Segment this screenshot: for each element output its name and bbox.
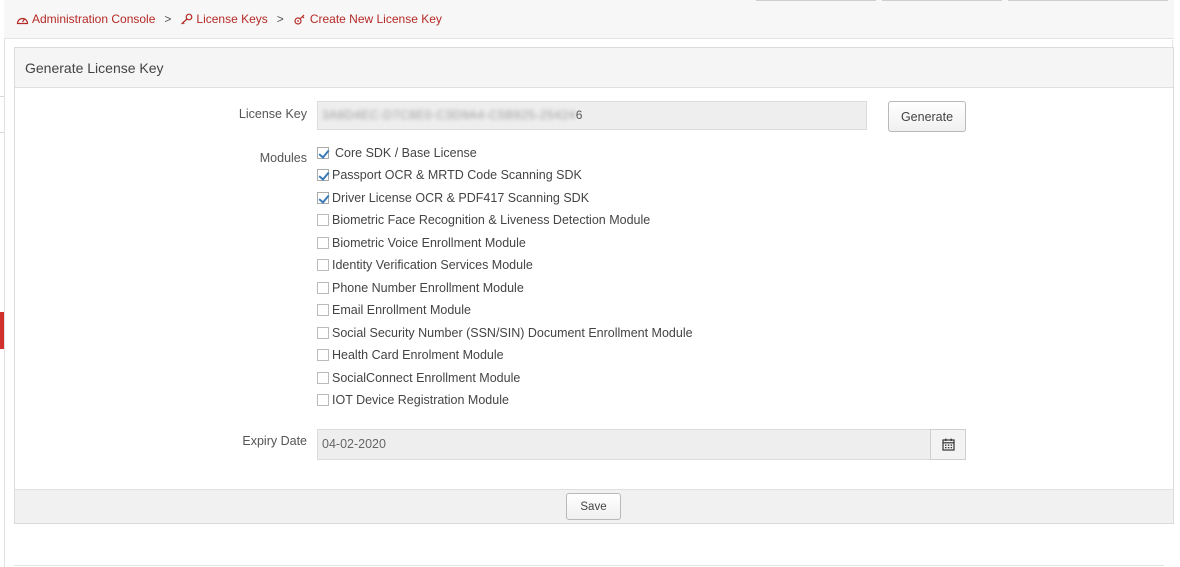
module-label: Health Card Enrolment Module: [332, 348, 504, 362]
modules-label: Modules: [259, 151, 307, 165]
left-rail-active-marker: [0, 312, 4, 349]
key-icon: [181, 13, 193, 25]
expiry-date-field[interactable]: 04-02-2020: [317, 429, 931, 460]
left-rail-divider: [0, 96, 4, 97]
calendar-icon: [941, 438, 955, 451]
checkmark-icon: [318, 169, 330, 181]
module-checkbox[interactable]: [317, 349, 329, 361]
license-key-value-obscured: 3A8D4EC-D7C8E0-C3D9A4-C5B925-25424: [322, 108, 576, 122]
module-label: Social Security Number (SSN/SIN) Documen…: [332, 326, 693, 340]
module-checkbox[interactable]: [317, 394, 329, 406]
breadcrumb-create-new-license-key[interactable]: Create New License Key: [293, 12, 442, 26]
breadcrumb-label: License Keys: [196, 12, 268, 26]
module-option[interactable]: Phone Number Enrollment Module: [317, 279, 524, 297]
module-option[interactable]: IOT Device Registration Module: [317, 391, 509, 409]
module-checkbox[interactable]: [317, 372, 329, 384]
page: Administration Console > License Keys > …: [0, 0, 1180, 567]
left-rail: [0, 0, 5, 567]
module-checkbox[interactable]: [317, 214, 329, 226]
panel-footer: Save: [15, 489, 1173, 523]
module-checkbox[interactable]: [317, 304, 329, 316]
module-option[interactable]: SocialConnect Enrollment Module: [317, 369, 520, 387]
module-label: Passport OCR & MRTD Code Scanning SDK: [332, 168, 582, 182]
left-rail-divider: [0, 132, 4, 133]
panel-title: Generate License Key: [25, 59, 164, 76]
key-add-icon: [294, 14, 305, 25]
module-label: Core SDK / Base License: [335, 146, 477, 160]
module-label: Phone Number Enrollment Module: [332, 281, 524, 295]
module-label: Email Enrollment Module: [332, 303, 471, 317]
breadcrumb-label: Create New License Key: [309, 12, 442, 26]
breadcrumb: Administration Console > License Keys > …: [16, 12, 442, 26]
module-checkbox[interactable]: [317, 327, 329, 339]
generate-license-panel: Generate License Key License Key 3A8D4EC…: [14, 47, 1174, 524]
module-option[interactable]: Driver License OCR & PDF417 Scanning SDK: [317, 189, 589, 207]
module-label: Biometric Voice Enrollment Module: [332, 236, 526, 250]
module-checkbox[interactable]: [317, 282, 329, 294]
module-option[interactable]: Health Card Enrolment Module: [317, 346, 504, 364]
module-option[interactable]: Biometric Face Recognition & Liveness De…: [317, 211, 650, 229]
license-key-field[interactable]: 3A8D4EC-D7C8E0-C3D9A4-C5B925-254246: [317, 101, 867, 130]
panel-header: Generate License Key: [15, 48, 1173, 88]
license-key-label: License Key: [238, 107, 307, 121]
breadcrumb-license-keys[interactable]: License Keys: [180, 12, 268, 26]
module-option[interactable]: Biometric Voice Enrollment Module: [317, 234, 526, 252]
module-checkbox-checked[interactable]: [317, 192, 330, 204]
module-option[interactable]: Passport OCR & MRTD Code Scanning SDK: [317, 166, 582, 184]
module-label: IOT Device Registration Module: [332, 393, 509, 407]
module-checkbox[interactable]: [317, 237, 329, 249]
module-label: Biometric Face Recognition & Liveness De…: [332, 213, 651, 227]
module-label: Identity Verification Services Module: [332, 258, 533, 272]
breadcrumb-separator: >: [164, 12, 172, 26]
breadcrumb-label: Administration Console: [32, 12, 156, 26]
save-button[interactable]: Save: [566, 493, 621, 520]
module-label: Driver License OCR & PDF417 Scanning SDK: [332, 191, 590, 205]
module-checkbox-checked[interactable]: [317, 169, 330, 181]
breadcrumb-bar: Administration Console > License Keys > …: [4, 0, 1174, 39]
expiry-date-label: Expiry Date: [242, 434, 307, 448]
breadcrumb-administration-console[interactable]: Administration Console: [16, 12, 155, 26]
divider: [14, 565, 1164, 566]
checkmark-icon: [318, 192, 330, 204]
module-checkbox-checked[interactable]: [317, 147, 330, 159]
dashboard-icon: [16, 17, 29, 24]
module-label: SocialConnect Enrollment Module: [332, 371, 521, 385]
module-option[interactable]: Core SDK / Base License: [317, 144, 477, 162]
module-option[interactable]: Identity Verification Services Module: [317, 256, 533, 274]
checkmark-icon: [318, 147, 330, 159]
license-key-value-visible: 6: [575, 108, 583, 122]
module-option[interactable]: Social Security Number (SSN/SIN) Documen…: [317, 324, 693, 342]
generate-button[interactable]: Generate: [888, 101, 966, 132]
calendar-button[interactable]: [930, 429, 966, 460]
module-option[interactable]: Email Enrollment Module: [317, 301, 471, 319]
module-checkbox[interactable]: [317, 259, 329, 271]
breadcrumb-separator: >: [276, 12, 284, 26]
